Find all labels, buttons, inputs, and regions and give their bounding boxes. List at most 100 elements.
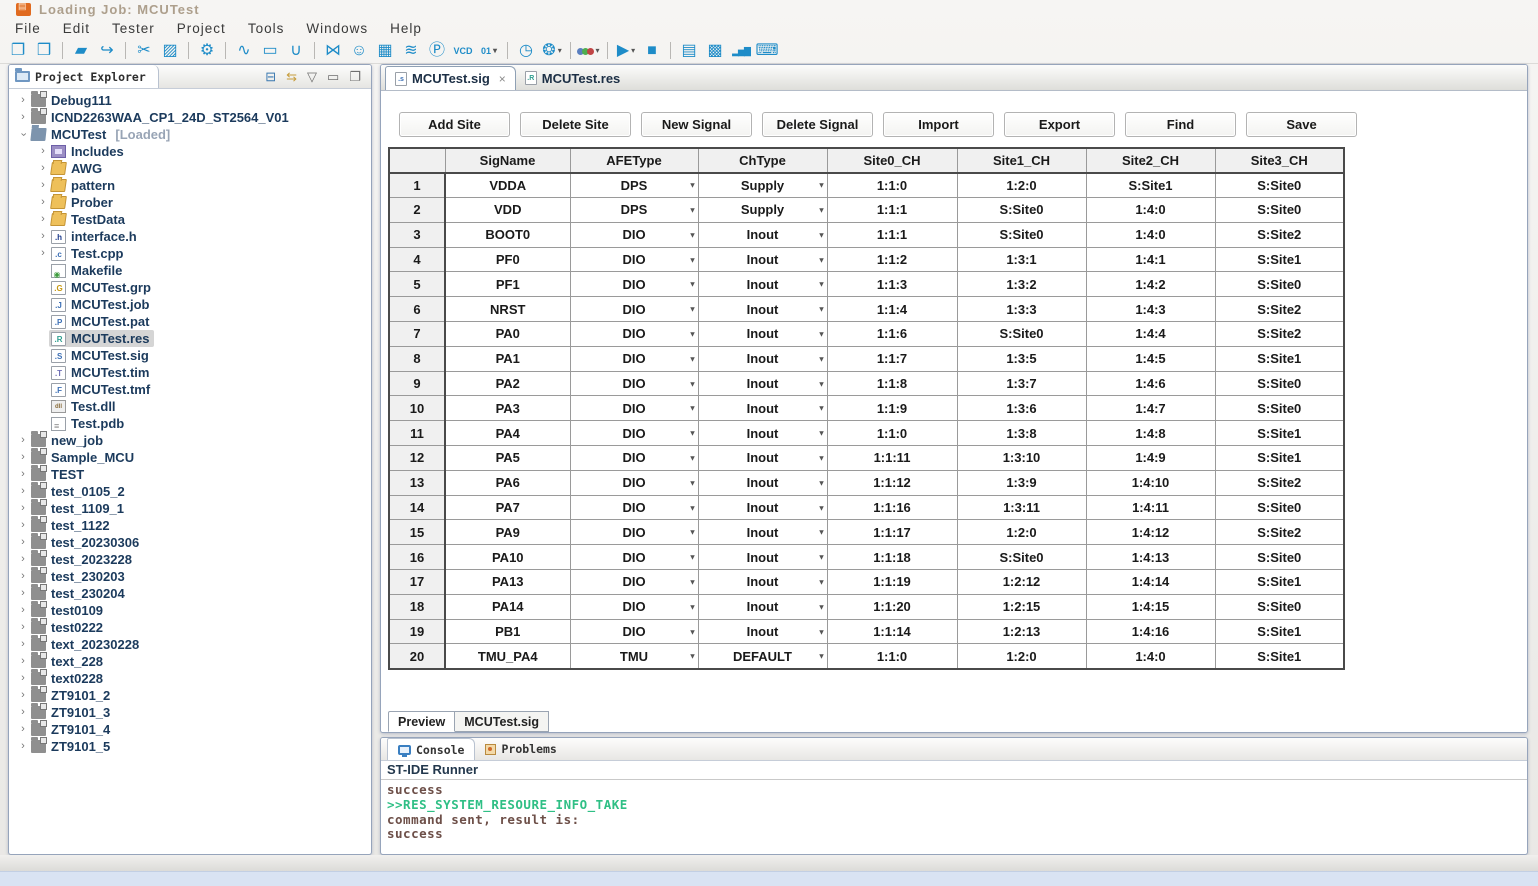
cell-site0-ch[interactable]: 1:1:4 — [827, 297, 957, 322]
cell-chtype[interactable]: Inout▾ — [698, 545, 827, 570]
export-icon[interactable]: ↪ — [95, 40, 119, 62]
cell-afetype[interactable]: TMU▾ — [570, 644, 698, 669]
cell-chtype[interactable]: DEFAULT▾ — [698, 644, 827, 669]
tree-item-pattern[interactable]: ›pattern — [9, 177, 371, 194]
cell-site1-ch[interactable]: 1:3:3 — [957, 297, 1086, 322]
row-number[interactable]: 5 — [389, 272, 445, 297]
cell-site0-ch[interactable]: 1:1:12 — [827, 470, 957, 495]
cell-site0-ch[interactable]: 1:1:11 — [827, 446, 957, 471]
row-number[interactable]: 15 — [389, 520, 445, 545]
cell-chtype[interactable]: Inout▾ — [698, 371, 827, 396]
cell-signame[interactable]: PF1 — [445, 272, 570, 297]
debug-bug-icon[interactable]: ❂▾ — [540, 40, 564, 62]
tree-item-text-228[interactable]: ›text_228 — [9, 653, 371, 670]
cell-site0-ch[interactable]: 1:1:17 — [827, 520, 957, 545]
cell-dropdown-icon[interactable]: ▾ — [819, 503, 823, 512]
cell-signame[interactable]: PA3 — [445, 396, 570, 421]
row-number[interactable]: 13 — [389, 470, 445, 495]
tree-item-test-1122[interactable]: ›test_1122 — [9, 517, 371, 534]
cell-site1-ch[interactable]: 1:2:0 — [957, 644, 1086, 669]
cell-dropdown-icon[interactable]: ▾ — [690, 652, 694, 661]
menu-edit[interactable]: Edit — [52, 21, 101, 36]
cell-chtype[interactable]: Inout▾ — [698, 570, 827, 595]
cell-site1-ch[interactable]: 1:2:15 — [957, 594, 1086, 619]
cell-site3-ch[interactable]: S:Site2 — [1215, 297, 1344, 322]
row-number[interactable]: 2 — [389, 198, 445, 223]
expand-arrow-icon[interactable]: › — [17, 432, 29, 449]
cell-site0-ch[interactable]: 1:1:7 — [827, 346, 957, 371]
cell-chtype[interactable]: Inout▾ — [698, 222, 827, 247]
binary-01-icon[interactable]: 01▾ — [477, 40, 501, 62]
waveform-icon[interactable]: ∿ — [232, 40, 256, 62]
expand-arrow-icon[interactable]: › — [17, 534, 29, 551]
tree-item-prober[interactable]: ›Prober — [9, 194, 371, 211]
bottom-tab-preview[interactable]: Preview — [388, 711, 455, 732]
cell-site1-ch[interactable]: 1:3:5 — [957, 346, 1086, 371]
tree-item-test-cpp[interactable]: ›.cTest.cpp — [9, 245, 371, 262]
cell-dropdown-icon[interactable]: ▾ — [819, 329, 823, 338]
cell-dropdown-icon[interactable]: ▾ — [819, 354, 823, 363]
cell-dropdown-icon[interactable]: ▾ — [819, 404, 823, 413]
expand-arrow-icon[interactable]: › — [17, 636, 29, 653]
cell-site2-ch[interactable]: 1:4:1 — [1086, 247, 1215, 272]
row-number[interactable]: 12 — [389, 446, 445, 471]
cell-dropdown-icon[interactable]: ▾ — [690, 329, 694, 338]
expand-arrow-icon[interactable]: › — [17, 500, 29, 517]
expand-arrow-icon[interactable]: › — [17, 517, 29, 534]
cell-dropdown-icon[interactable]: ▾ — [819, 230, 823, 239]
cell-site2-ch[interactable]: 1:4:12 — [1086, 520, 1215, 545]
collapse-all-icon[interactable]: ⊟ — [265, 69, 276, 85]
cell-site3-ch[interactable]: S:Site0 — [1215, 198, 1344, 223]
cell-site3-ch[interactable]: S:Site1 — [1215, 346, 1344, 371]
cell-site0-ch[interactable]: 1:1:1 — [827, 222, 957, 247]
cell-site3-ch[interactable]: S:Site0 — [1215, 396, 1344, 421]
tree-item-mcutest-sig[interactable]: .SMCUTest.sig — [9, 347, 371, 364]
menu-project[interactable]: Project — [166, 21, 237, 36]
cell-site0-ch[interactable]: 1:1:9 — [827, 396, 957, 421]
paste-icon[interactable]: ▨ — [158, 40, 182, 62]
dropdown-arrow-icon[interactable]: ▾ — [493, 40, 497, 62]
import-button[interactable]: Import — [883, 112, 994, 137]
cell-dropdown-icon[interactable]: ▾ — [690, 577, 694, 586]
cell-site2-ch[interactable]: 1:4:0 — [1086, 222, 1215, 247]
maximize-icon[interactable]: ❐ — [349, 69, 361, 85]
cell-chtype[interactable]: Inout▾ — [698, 247, 827, 272]
tree-item-interface-h[interactable]: ›.hinterface.h — [9, 228, 371, 245]
tree-item-mcutest-tmf[interactable]: .FMCUTest.tmf — [9, 381, 371, 398]
cell-site0-ch[interactable]: 1:1:3 — [827, 272, 957, 297]
cell-site3-ch[interactable]: S:Site0 — [1215, 272, 1344, 297]
cell-site1-ch[interactable]: 1:2:0 — [957, 520, 1086, 545]
col-header-site2-ch[interactable]: Site2_CH — [1086, 148, 1215, 173]
cell-dropdown-icon[interactable]: ▾ — [690, 528, 694, 537]
cell-site1-ch[interactable]: S:Site0 — [957, 545, 1086, 570]
cell-site2-ch[interactable]: 1:4:9 — [1086, 446, 1215, 471]
cell-site3-ch[interactable]: S:Site1 — [1215, 446, 1344, 471]
minimize-icon[interactable]: ▭ — [327, 69, 339, 85]
chart-icon[interactable]: ▂▅▇ — [729, 40, 753, 62]
cell-dropdown-icon[interactable]: ▾ — [690, 453, 694, 462]
console-tab-console[interactable]: Console — [387, 738, 475, 760]
cell-dropdown-icon[interactable]: ▾ — [819, 602, 823, 611]
cell-signame[interactable]: PA5 — [445, 446, 570, 471]
expand-arrow-icon[interactable]: › — [15, 129, 32, 141]
monitor-icon[interactable]: ▭ — [258, 40, 282, 62]
expand-arrow-icon[interactable]: › — [17, 466, 29, 483]
cell-signame[interactable]: PA13 — [445, 570, 570, 595]
cell-chtype[interactable]: Inout▾ — [698, 396, 827, 421]
cell-site0-ch[interactable]: 1:1:0 — [827, 173, 957, 198]
cell-site2-ch[interactable]: 1:4:5 — [1086, 346, 1215, 371]
cell-site3-ch[interactable]: S:Site1 — [1215, 644, 1344, 669]
cell-signame[interactable]: PF0 — [445, 247, 570, 272]
tree-item-test-1109-1[interactable]: ›test_1109_1 — [9, 500, 371, 517]
cell-dropdown-icon[interactable]: ▾ — [819, 528, 823, 537]
menu-help[interactable]: Help — [379, 21, 433, 36]
cell-chtype[interactable]: Supply▾ — [698, 173, 827, 198]
close-icon[interactable]: × — [499, 72, 506, 86]
tree-item-test0222[interactable]: ›test0222 — [9, 619, 371, 636]
tree-item-zt9101-3[interactable]: ›ZT9101_3 — [9, 704, 371, 721]
row-number[interactable]: 9 — [389, 371, 445, 396]
tree-item-mcutest-job[interactable]: .JMCUTest.job — [9, 296, 371, 313]
cell-dropdown-icon[interactable]: ▾ — [690, 404, 694, 413]
tree-item-test-pdb[interactable]: Test.pdb — [9, 415, 371, 432]
cell-site0-ch[interactable]: 1:1:16 — [827, 495, 957, 520]
